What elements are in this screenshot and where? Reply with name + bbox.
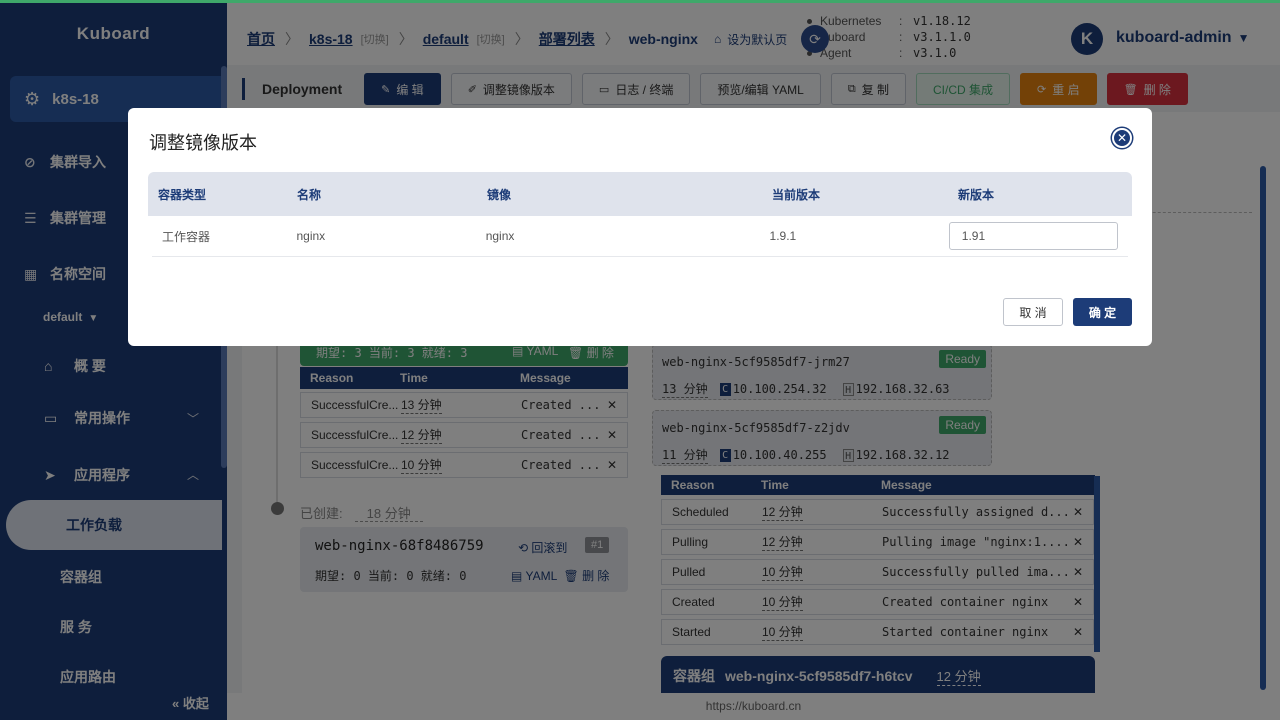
cancel-button[interactable]: 取 消 [1003,298,1063,326]
adjust-image-dialog: 调整镜像版本 ✕ 容器类型 名称 镜像 当前版本 新版本 工作容器 nginx … [128,108,1152,346]
column-header: 新版本 [958,187,995,202]
dialog-title: 调整镜像版本 [149,133,257,153]
column-header: 镜像 [487,187,512,202]
new-version-input[interactable] [948,222,1118,250]
close-icon[interactable]: ✕ [1112,128,1132,148]
confirm-button[interactable]: 确 定 [1073,298,1132,326]
table-header: 容器类型 名称 镜像 当前版本 新版本 [148,172,1132,216]
container-type: 工作容器 [162,229,211,244]
table-row: 工作容器 nginx nginx 1.9.1 [152,216,1128,257]
column-header: 当前版本 [772,187,821,202]
top-accent-bar [0,0,1280,3]
container-image: nginx [485,229,515,243]
container-name: nginx [296,229,326,243]
image-version-table: 容器类型 名称 镜像 当前版本 新版本 工作容器 nginx nginx 1.9… [148,172,1132,257]
column-header: 容器类型 [158,187,207,202]
current-version: 1.9.1 [769,229,797,243]
column-header: 名称 [297,187,322,202]
